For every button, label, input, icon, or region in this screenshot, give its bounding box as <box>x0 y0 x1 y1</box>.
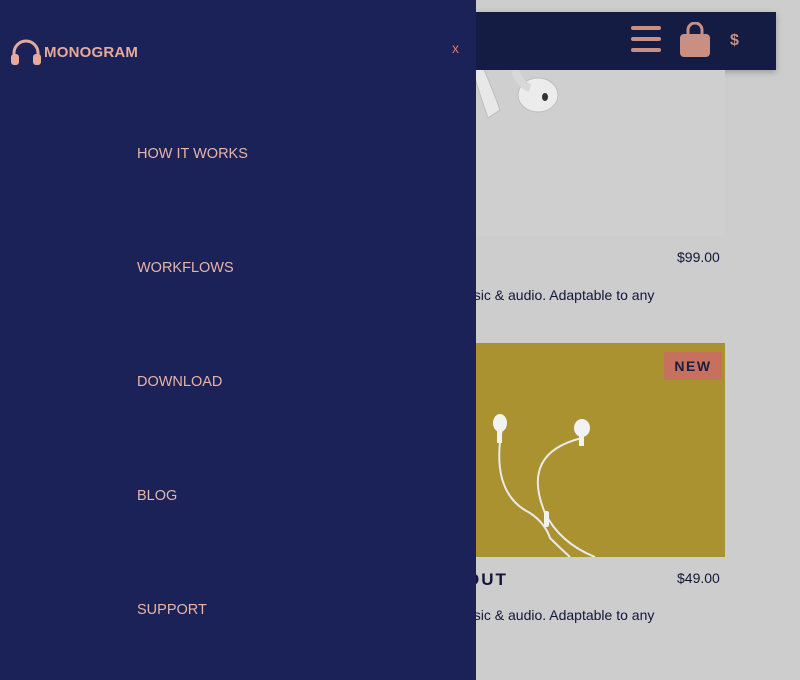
shopping-bag-icon[interactable] <box>679 21 711 58</box>
nav-item-download[interactable]: DOWNLOAD <box>137 374 222 390</box>
hamburger-menu-icon[interactable] <box>631 26 661 54</box>
product-price: $99.00 <box>677 249 720 265</box>
logo-text: MONOGRAM <box>44 43 139 61</box>
product-price: $49.00 <box>677 570 720 586</box>
currency-selector[interactable]: $ <box>730 32 739 50</box>
navigation-drawer: MONOGRAM x HOW IT WORKS WORKFLOWS DOWNLO… <box>0 0 476 680</box>
product-description: usic & audio. Adaptable to any <box>466 287 655 303</box>
nav-item-workflows[interactable]: WORKFLOWS <box>137 260 234 276</box>
nav-item-support[interactable]: SUPPORT <box>137 602 207 618</box>
product-image-airpods[interactable] <box>460 70 725 236</box>
product-description: usic & audio. Adaptable to any <box>466 607 655 623</box>
nav-item-how-it-works[interactable]: HOW IT WORKS <box>137 146 248 162</box>
close-button[interactable]: x <box>452 40 459 56</box>
nav-item-blog[interactable]: BLOG <box>137 488 177 504</box>
new-badge: NEW <box>664 352 722 380</box>
headphones-icon <box>11 39 41 65</box>
logo[interactable]: MONOGRAM <box>10 38 138 66</box>
top-header-bar: $ <box>430 12 776 70</box>
